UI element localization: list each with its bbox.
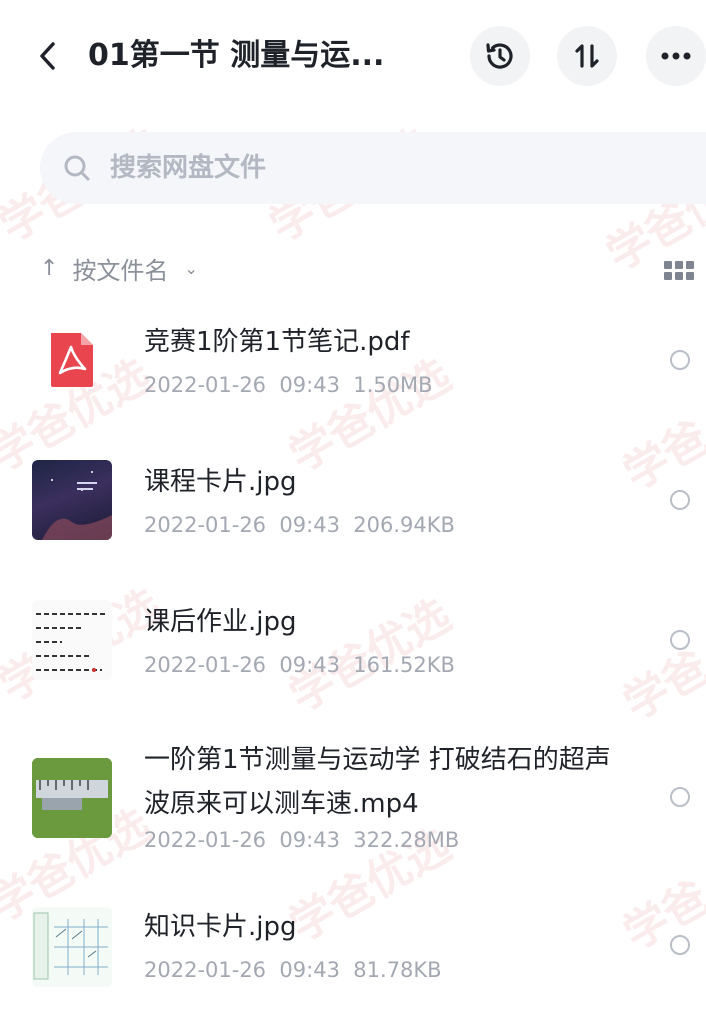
chevron-left-icon	[40, 42, 55, 70]
more-icon	[661, 52, 691, 60]
grid-icon	[664, 260, 672, 269]
file-meta: 2022-01-26 09:43 206.94KB	[144, 513, 455, 537]
history-icon	[486, 43, 513, 69]
file-meta: 2022-01-26 09:43 161.52KB	[144, 653, 455, 677]
sort-direction-icon: ↑	[40, 255, 59, 281]
sort-selector[interactable]: ↑ 按文件名 ⌄	[40, 248, 198, 288]
select-checkbox[interactable]	[670, 787, 690, 807]
select-checkbox[interactable]	[670, 490, 690, 510]
page-title: 01第一节 测量与运...	[88, 38, 385, 73]
file-name: 竞赛1阶第1节笔记.pdf	[144, 327, 410, 357]
image-thumbnail	[32, 907, 112, 987]
pdf-icon	[32, 320, 112, 400]
file-item[interactable]: 知识卡片.jpg 2022-01-26 09:43 81.78KB	[0, 895, 706, 1005]
file-meta: 2022-01-26 09:43 1.50MB	[144, 373, 433, 397]
file-item[interactable]: 课后作业.jpg 2022-01-26 09:43 161.52KB	[0, 590, 706, 700]
back-button[interactable]	[28, 34, 68, 78]
file-item[interactable]: 竞赛1阶第1节笔记.pdf 2022-01-26 09:43 1.50MB	[0, 310, 706, 420]
history-button[interactable]	[470, 26, 530, 86]
top-bar: 01第一节 测量与运...	[0, 0, 706, 112]
video-thumbnail	[32, 758, 112, 838]
file-meta: 2022-01-26 09:43 81.78KB	[144, 958, 442, 982]
image-thumbnail	[32, 600, 112, 680]
search-icon	[60, 151, 94, 185]
search-input[interactable]	[108, 152, 512, 184]
chevron-down-icon: ⌄	[184, 258, 198, 278]
image-thumbnail	[32, 460, 112, 540]
select-checkbox[interactable]	[670, 350, 690, 370]
sort-label: 按文件名	[72, 256, 169, 285]
file-item[interactable]: 一阶第1节测量与运动学 打破结石的超声波原来可以测车速.mp4 2022-01-…	[0, 730, 706, 870]
sort-icon	[575, 44, 599, 68]
file-name: 一阶第1节测量与运动学 打破结石的超声波原来可以测车速.mp4	[144, 745, 611, 819]
file-meta: 2022-01-26 09:43 322.28MB	[144, 828, 460, 852]
more-button[interactable]	[646, 26, 706, 86]
file-item[interactable]: 课程卡片.jpg 2022-01-26 09:43 206.94KB	[0, 450, 706, 560]
file-name: 课后作业.jpg	[144, 607, 297, 637]
select-checkbox[interactable]	[670, 935, 690, 955]
grid-view-button[interactable]	[664, 258, 696, 282]
file-name: 知识卡片.jpg	[144, 912, 297, 942]
select-checkbox[interactable]	[670, 630, 690, 650]
sort-button[interactable]	[557, 26, 617, 86]
search-bar[interactable]	[40, 132, 706, 204]
file-name: 课程卡片.jpg	[144, 467, 297, 497]
